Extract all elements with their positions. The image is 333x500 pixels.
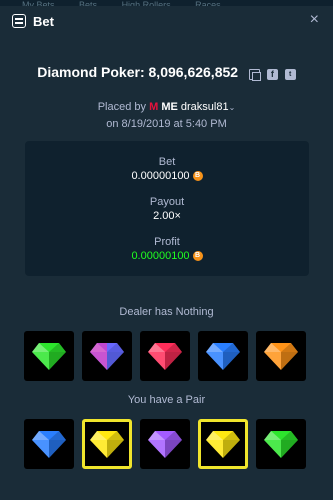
dealer-gem-card: [24, 331, 74, 381]
player-gem-card: [198, 419, 248, 469]
facebook-icon[interactable]: f: [266, 69, 278, 81]
player-hand-label: You have a Pair: [127, 394, 206, 406]
modal-header: Bet ×: [0, 6, 333, 36]
brand-badge: M: [149, 101, 159, 113]
payout-label: Payout: [149, 196, 185, 208]
dealer-gem-card: [256, 331, 306, 381]
game-title-row: Diamond Poker: 8,096,626,852 f t: [0, 64, 333, 82]
bet-stats-panel: Bet 0.00000100 B Payout 2.00× Profit 0.00…: [25, 141, 309, 276]
player-gem-card: [140, 419, 190, 469]
modal-title: Bet: [33, 14, 54, 29]
payout-value: 2.00×: [153, 210, 181, 222]
bet-list-icon: [12, 14, 26, 28]
bet-label: Bet: [158, 156, 176, 168]
placed-by-row: Placed by M ME draksul81⌄: [0, 101, 333, 113]
username-link[interactable]: draksul81: [181, 101, 229, 113]
bet-value-row: 0.00000100 B: [25, 170, 309, 182]
dealer-gem-card: [82, 331, 132, 381]
twitter-icon[interactable]: t: [284, 69, 296, 81]
bet-id: 8,096,626,852: [148, 64, 239, 80]
dealer-gem-card: [198, 331, 248, 381]
bet-value: 0.00000100: [131, 170, 190, 182]
placed-by-prefix: Placed by: [97, 101, 147, 113]
chevron-down-icon[interactable]: ⌄: [229, 103, 236, 112]
bitcoin-icon: B: [192, 251, 203, 262]
player-gem-row: [24, 419, 314, 473]
dealer-hand-label: Dealer has Nothing: [119, 306, 214, 318]
bitcoin-icon: B: [192, 171, 203, 182]
player-gem-card: [82, 419, 132, 469]
me-badge: ME: [161, 101, 178, 113]
bet-modal: Bet × Diamond Poker: 8,096,626,852 f t P…: [0, 6, 333, 500]
copy-icon[interactable]: [248, 69, 261, 82]
profit-label: Profit: [154, 236, 180, 248]
profit-value-row: 0.00000100 B: [25, 250, 309, 262]
dealer-gem-row: [24, 331, 314, 385]
close-button[interactable]: ×: [310, 12, 319, 28]
game-name: Diamond Poker:: [37, 64, 145, 80]
player-gem-card: [24, 419, 74, 469]
placed-date: on 8/19/2019 at 5:40 PM: [106, 118, 227, 130]
player-gem-card: [256, 419, 306, 469]
dealer-gem-card: [140, 331, 190, 381]
profit-value: 0.00000100: [131, 250, 190, 262]
